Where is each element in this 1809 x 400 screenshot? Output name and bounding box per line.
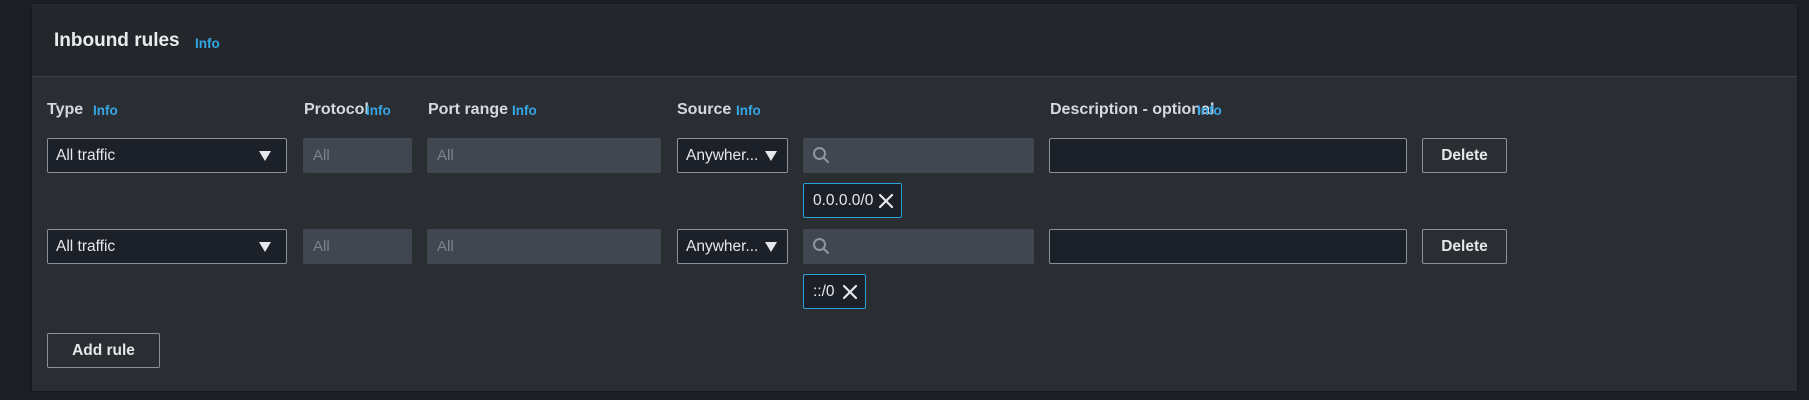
description-column-label: Description - optional <box>1050 101 1215 118</box>
protocol-info-link[interactable]: Info <box>366 103 391 118</box>
protocol-input: All <box>303 229 412 264</box>
caret-down-icon <box>259 151 271 161</box>
description-info-link[interactable]: Info <box>1197 103 1222 118</box>
token-label: 0.0.0.0/0 <box>813 192 874 209</box>
search-icon <box>813 147 829 163</box>
section-info-link[interactable]: Info <box>195 36 220 51</box>
source-info-link[interactable]: Info <box>736 103 761 118</box>
source-cidr-token: 0.0.0.0/0 <box>803 183 902 218</box>
port-range-info-link[interactable]: Info <box>512 103 537 118</box>
inbound-rules-panel: Inbound rules Info Type Info Protocol In… <box>31 3 1798 392</box>
source-select[interactable]: Anywher... <box>677 138 788 173</box>
add-rule-button[interactable]: Add rule <box>47 333 160 368</box>
description-input[interactable] <box>1049 229 1407 264</box>
source-cidr-search[interactable] <box>803 138 1034 173</box>
caret-down-icon <box>259 242 271 252</box>
type-info-link[interactable]: Info <box>93 103 118 118</box>
source-column-label: Source <box>677 101 732 118</box>
protocol-input: All <box>303 138 412 173</box>
type-select[interactable]: All traffic <box>47 138 287 173</box>
caret-down-icon <box>765 242 777 252</box>
delete-rule-button[interactable]: Delete <box>1422 138 1507 173</box>
source-cidr-token: ::/0 <box>803 274 866 309</box>
port-range-input: All <box>427 229 661 264</box>
type-select-value: All traffic <box>56 238 116 255</box>
panel-header: Inbound rules Info <box>32 4 1797 77</box>
type-column-label: Type <box>47 101 84 118</box>
description-input[interactable] <box>1049 138 1407 173</box>
source-select-value: Anywher... <box>686 238 759 255</box>
token-label: ::/0 <box>813 283 835 300</box>
protocol-column-label: Protocol <box>304 101 369 118</box>
source-cidr-search[interactable] <box>803 229 1034 264</box>
type-select-value: All traffic <box>56 147 116 164</box>
section-title: Inbound rules <box>54 30 180 51</box>
port-range-column-label: Port range <box>428 101 509 118</box>
close-icon[interactable] <box>841 283 859 301</box>
type-select[interactable]: All traffic <box>47 229 287 264</box>
close-icon[interactable] <box>877 192 895 210</box>
caret-down-icon <box>765 151 777 161</box>
source-select[interactable]: Anywher... <box>677 229 788 264</box>
port-range-input: All <box>427 138 661 173</box>
source-select-value: Anywher... <box>686 147 759 164</box>
delete-rule-button[interactable]: Delete <box>1422 229 1507 264</box>
search-icon <box>813 238 829 254</box>
